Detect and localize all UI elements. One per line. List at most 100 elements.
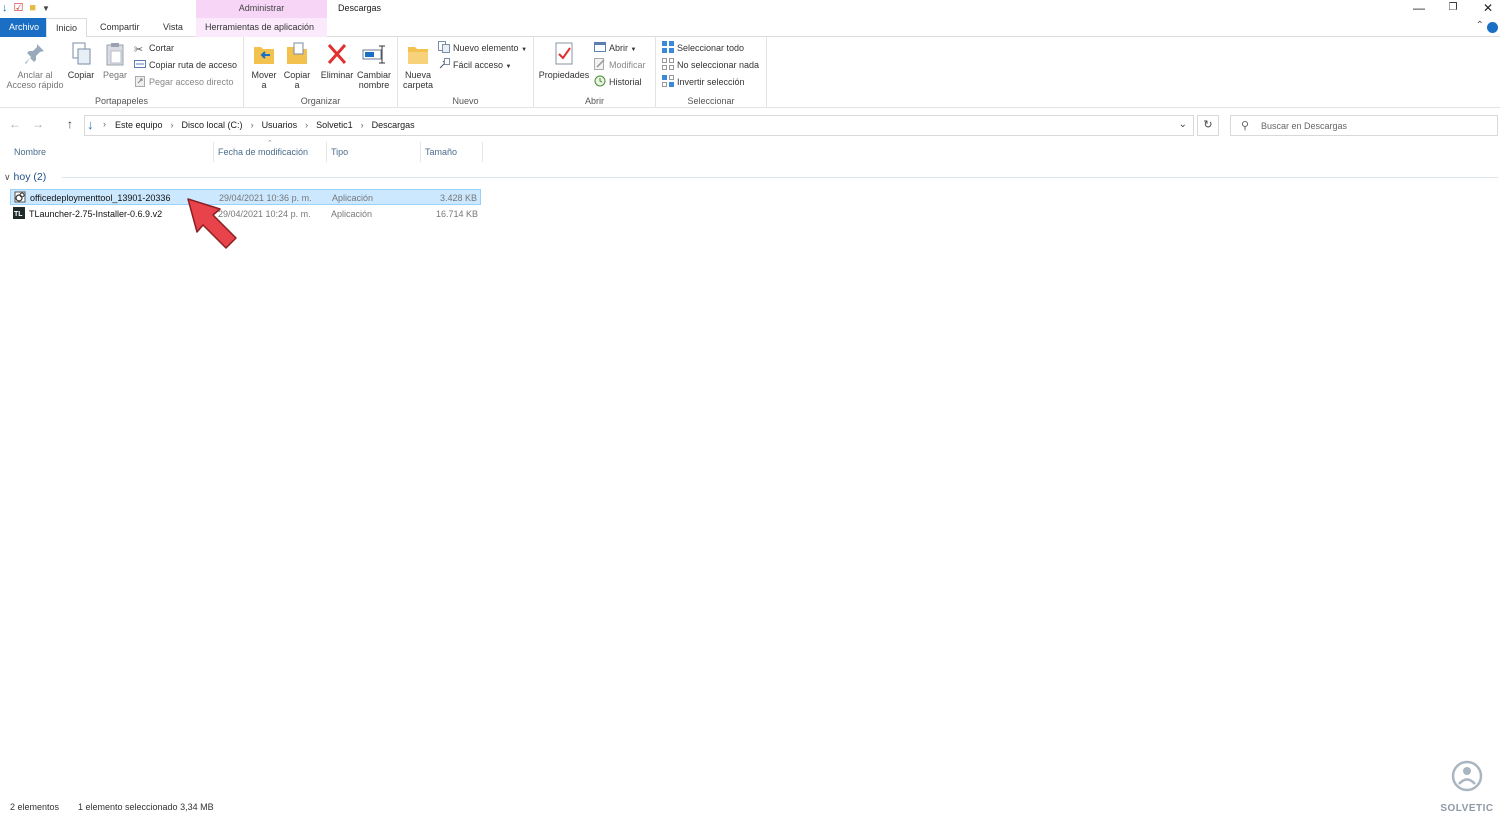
breadcrumb-user-folder[interactable]: Solvetic1 — [316, 120, 353, 130]
edit-icon — [594, 58, 605, 70]
clipboard-group-label: Portapapeles — [94, 96, 149, 106]
group-header-today[interactable]: ∨ hoy (2) — [4, 169, 46, 185]
breadcrumb-separator-icon[interactable]: › — [305, 120, 308, 130]
group-new: Nueva carpeta Nuevo elemento ▼ Fácil acc… — [398, 37, 534, 108]
copy-path-icon — [134, 60, 146, 68]
file-name: TLauncher-2.75-Installer-0.6.9.v2 — [29, 209, 163, 219]
breadcrumb-separator-icon[interactable]: › — [171, 120, 174, 130]
paste-shortcut-icon — [135, 76, 145, 87]
tab-home[interactable]: Inicio — [46, 18, 88, 38]
column-header-date[interactable]: Fecha de modificación — [214, 142, 327, 162]
copy-path-button[interactable]: Copiar ruta de acceso — [134, 58, 237, 73]
new-item-label: Nuevo elemento — [453, 43, 519, 53]
watermark-logo: SOLVETIC — [1436, 760, 1498, 814]
refresh-button[interactable]: ↻ — [1197, 115, 1219, 136]
copy-to-button[interactable]: Copiar a — [281, 41, 313, 90]
edit-label: Modificar — [609, 60, 646, 70]
group-divider — [62, 177, 1498, 178]
context-tab-title: Administrar — [196, 0, 327, 18]
rename-label: Cambiar nombre — [356, 70, 391, 90]
move-to-button[interactable]: Mover a — [248, 41, 280, 90]
address-row: ← → ↑ ↓ › Este equipo › Disco local (C:)… — [0, 113, 1500, 137]
easy-access-button[interactable]: Fácil acceso ▼ — [438, 58, 512, 73]
breadcrumb-separator-icon[interactable]: › — [361, 120, 364, 130]
edit-button[interactable]: Modificar — [594, 58, 646, 73]
open-dropdown-icon: ▼ — [630, 47, 637, 53]
group-collapse-chevron-icon[interactable]: ∨ — [4, 172, 11, 182]
copy-to-label: Copiar a — [283, 70, 311, 90]
cut-button[interactable]: ✂ Cortar — [134, 41, 174, 56]
restore-button[interactable]: ❐ — [1438, 0, 1468, 18]
paste-shortcut-button[interactable]: Pegar acceso directo — [134, 75, 234, 90]
tab-app-tools[interactable]: Herramientas de aplicación — [196, 18, 327, 37]
customize-toolbar-icon[interactable]: ▼ — [42, 2, 50, 15]
download-arrow-icon[interactable]: ↓ — [2, 2, 8, 15]
copy-path-label: Copiar ruta de acceso — [149, 60, 238, 70]
breadcrumb-users[interactable]: Usuarios — [262, 120, 298, 130]
address-bar[interactable]: ↓ › Este equipo › Disco local (C:) › Usu… — [84, 115, 1194, 136]
minimize-button[interactable]: — — [1404, 0, 1434, 18]
tab-share[interactable]: Compartir — [91, 18, 149, 37]
group-select: Seleccionar todo No seleccionar nada Inv… — [656, 37, 767, 108]
open-window-icon — [594, 42, 606, 52]
paste-button[interactable]: Pegar — [100, 41, 130, 80]
invert-selection-button[interactable]: Invertir selección — [662, 75, 745, 90]
tab-view[interactable]: Vista — [154, 18, 192, 37]
copy-button[interactable]: Copiar — [66, 41, 96, 80]
rename-icon — [362, 45, 385, 64]
copy-to-icon — [287, 42, 307, 64]
forward-arrow-icon[interactable]: → — [32, 117, 44, 131]
new-folder-button[interactable]: Nueva carpeta — [400, 41, 436, 90]
open-button[interactable]: Abrir ▼ — [594, 41, 636, 56]
file-type: Aplicación — [331, 209, 373, 219]
select-none-button[interactable]: No seleccionar nada — [662, 58, 759, 73]
group-clipboard: Anclar al Acceso rápido Copiar Pegar ✂ Co… — [0, 37, 244, 108]
ribbon-tabs: Archivo Inicio Compartir Vista Herramien… — [0, 18, 1500, 38]
easy-access-label: Fácil acceso — [453, 60, 504, 70]
group-organize: Mover a Copiar a Eliminar Cambiar nombre… — [244, 37, 398, 108]
invert-selection-label: Invertir selección — [677, 77, 745, 87]
location-chevron-icon[interactable]: › — [103, 119, 106, 129]
delete-x-icon — [327, 44, 347, 64]
copy-icon — [72, 42, 91, 65]
new-folder-icon[interactable]: ■ — [29, 2, 36, 15]
search-input[interactable] — [1261, 118, 1491, 133]
group-open: Propiedades Abrir ▼ Modificar Historial … — [534, 37, 656, 108]
collapse-ribbon-icon[interactable]: ⌃ — [1476, 20, 1484, 31]
new-item-button[interactable]: Nuevo elemento ▼ — [438, 41, 527, 56]
column-header-size[interactable]: Tamaño — [421, 142, 483, 162]
tab-file[interactable]: Archivo — [0, 18, 49, 37]
file-row[interactable]: TL TLauncher-2.75-Installer-0.6.9.v2 29/0… — [10, 206, 481, 222]
paste-shortcut-label: Pegar acceso directo — [149, 77, 234, 87]
easy-access-icon — [439, 58, 450, 69]
file-type: Aplicación — [332, 193, 374, 203]
breadcrumb-separator-icon[interactable]: › — [251, 120, 254, 130]
installer-gear-icon — [14, 191, 26, 203]
delete-button[interactable]: Eliminar — [320, 41, 354, 80]
status-item-count: 2 elementos — [10, 802, 60, 812]
search-box[interactable]: ⚲ — [1230, 115, 1498, 136]
new-item-dropdown-icon: ▼ — [521, 47, 528, 53]
select-group-label: Seleccionar — [687, 96, 735, 106]
properties-button[interactable]: Propiedades — [538, 41, 590, 80]
breadcrumb-local-disk[interactable]: Disco local (C:) — [182, 120, 243, 130]
help-icon[interactable] — [1487, 22, 1498, 33]
properties-icon[interactable]: ☑ — [14, 2, 24, 15]
column-header-type[interactable]: Tipo — [327, 142, 421, 162]
rename-button[interactable]: Cambiar nombre — [356, 41, 392, 90]
breadcrumb-this-pc[interactable]: Este equipo — [115, 120, 163, 130]
address-history-chevron-icon[interactable]: ⌄ — [1179, 119, 1187, 130]
close-button[interactable]: ✕ — [1473, 0, 1500, 18]
breadcrumb: Este equipo › Disco local (C:) › Usuario… — [115, 120, 415, 130]
select-all-button[interactable]: Seleccionar todo — [662, 41, 744, 56]
select-none-label: No seleccionar nada — [677, 60, 760, 70]
file-row[interactable]: officedeploymenttool_13901-20336 29/04/2… — [10, 189, 481, 205]
status-selection: 1 elemento seleccionado 3,34 MB — [78, 802, 214, 812]
history-button[interactable]: Historial — [594, 75, 642, 90]
back-arrow-icon[interactable]: ← — [9, 117, 21, 131]
pin-quick-access-button[interactable]: Anclar al Acceso rápido — [4, 41, 66, 90]
up-arrow-icon[interactable]: ↑ — [67, 117, 73, 131]
pointer-arrow-icon — [187, 198, 237, 249]
breadcrumb-downloads[interactable]: Descargas — [372, 120, 415, 130]
column-header-name[interactable]: Nombre — [10, 142, 214, 162]
